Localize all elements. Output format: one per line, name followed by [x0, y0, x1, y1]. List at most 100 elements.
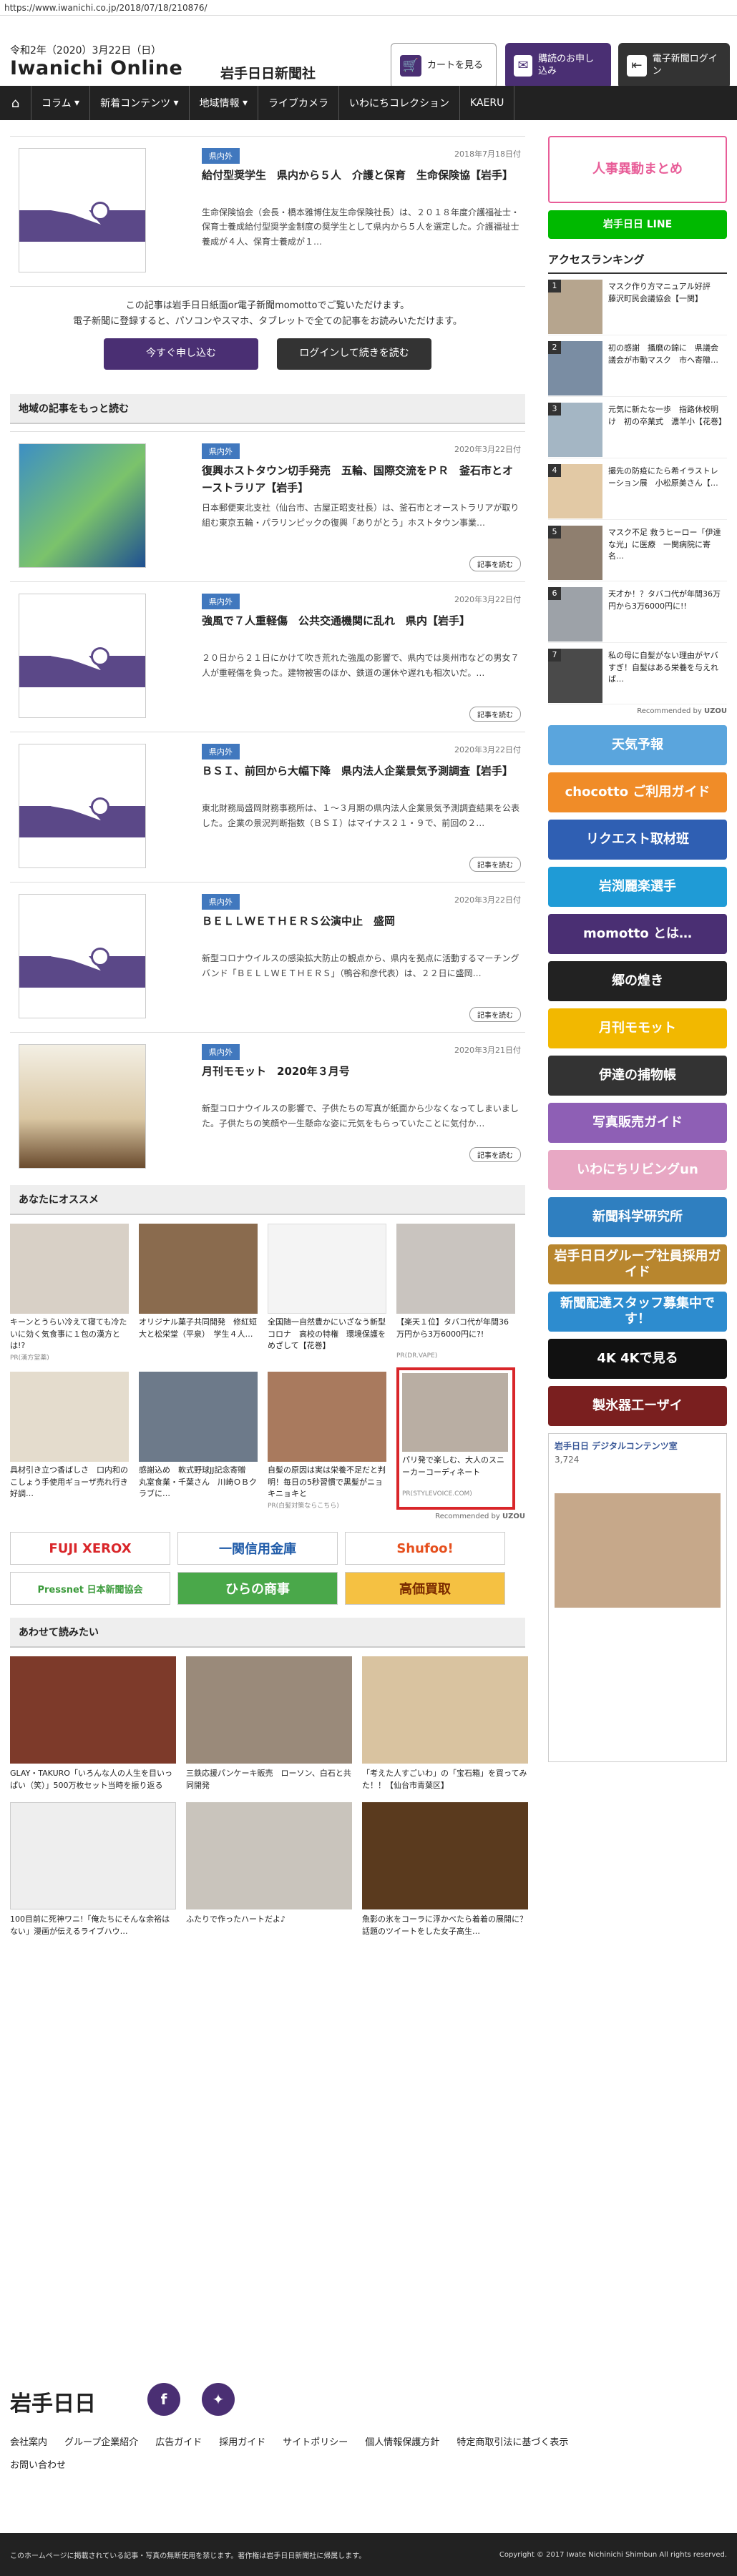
article-body: 東北財務局盛岡財務事務所は、１～３月期の県内法人企業景気予測調査結果を公表した。… — [202, 803, 520, 828]
list-item[interactable]: 県内外 2020年3月22日付 ＢＳＩ、前回から大幅下降 県内法人企業景気予測調… — [10, 732, 525, 882]
recommend-grid: キーンとうらい冷えて寝ても冷たいに効く気食事に１包の漢方とは!? PR(漢方堂薬)… — [10, 1224, 525, 1510]
url-bar[interactable]: https://www.iwanichi.co.jp/2018/07/18/21… — [0, 0, 737, 16]
also-read-item[interactable]: 「考えた人すごいわ」の「宝石箱」を買ってみた！！【仙台市青葉区】 — [362, 1656, 528, 1792]
article-title[interactable]: ＢＳＩ、前回から大幅下降 県内法人企業景気予測調査【岩手】 — [202, 762, 521, 780]
list-item[interactable]: 県内外 2020年3月21日付 月刊モモット 2020年３月号 新型コロナウイル… — [10, 1032, 525, 1172]
sidebar-tile[interactable]: 天気予報 — [548, 725, 727, 765]
ranking-item[interactable]: 7 私の母に自髪がない理由がヤバすぎ！自髪はある栄養を与えれば… — [548, 643, 727, 704]
ranking-item[interactable]: 1 マスク作り方マニュアル好評 藤沢町民会議協会【一関】 — [548, 274, 727, 335]
sidebar-banner-jinji[interactable]: 人事異動まとめ — [548, 136, 727, 203]
cart-button[interactable]: 🛒 カートを見る — [391, 43, 497, 89]
category-tag[interactable]: 県内外 — [202, 1044, 240, 1061]
footer-logo[interactable]: 岩手日日 — [10, 2386, 96, 2417]
sidebar-tile[interactable]: いわにちリビングun — [548, 1150, 727, 1190]
list-item[interactable]: 県内外 2020年3月22日付 強風で７人重軽傷 公共交通機関に乱れ 県内【岩手… — [10, 581, 525, 732]
twitter-icon[interactable]: ✦ — [202, 2383, 235, 2416]
footer-link[interactable]: 特定商取引法に基づく表示 — [457, 2434, 568, 2448]
nav-item-collection[interactable]: いわにちコレクション — [339, 86, 461, 120]
nav-item-column[interactable]: コラム ▾ — [31, 86, 91, 120]
sidebar-tile[interactable]: リクエスト取材班 — [548, 820, 727, 860]
nav-item-livecam[interactable]: ライブカメラ — [258, 86, 340, 120]
recommend-item[interactable]: パリ発で楽しむ、大人のスニーカーコーディネート PR(STYLEVOICE.COM… — [396, 1367, 515, 1510]
sidebar-tile[interactable]: momotto とは… — [548, 914, 727, 954]
ranking-item[interactable]: 3 元気に新たな一歩 指路休校明け 初の卒業式 濃羊小【花巻】 — [548, 397, 727, 458]
facebook-widget[interactable]: 岩手日日 デジタルコンテンツ室 3,724 — [548, 1433, 727, 1762]
footer-link[interactable]: 採用ガイド — [219, 2434, 265, 2448]
recommend-item[interactable]: 全国随一自然豊かにいざなう新型コロナ 高校の特権 環境保護をめざして【花巻】 — [268, 1224, 386, 1362]
also-read-item[interactable]: ふたりで作ったハートだよ♪ — [186, 1802, 352, 1938]
article-title[interactable]: 強風で７人重軽傷 公共交通機関に乱れ 県内【岩手】 — [202, 612, 521, 629]
sidebar-tile[interactable]: chocotto ご利用ガイド — [548, 772, 727, 812]
login-continue-button[interactable]: ログインして続きを読む — [277, 338, 431, 370]
category-tag[interactable]: 県内外 — [202, 148, 240, 164]
sidebar-tile[interactable]: 新聞科学研究所 — [548, 1197, 727, 1237]
ad-shufoo[interactable]: Shufoo! — [345, 1532, 505, 1565]
article-title[interactable]: 月刊モモット 2020年３月号 — [202, 1063, 521, 1080]
article-title[interactable]: 復興ホストタウン切手発売 五輪、国際交流をＰＲ 釜石市とオーストラリア【岩手】 — [202, 462, 521, 496]
ad-hirano[interactable]: ひらの商事 — [177, 1572, 338, 1606]
read-more-button[interactable]: 記事を読む — [469, 556, 521, 572]
ranking-item[interactable]: 5 マスク不足 救うヒーロー「伊達な光」に医療 一関病院に寄名… — [548, 520, 727, 581]
recommend-item[interactable]: オリジナル菓子共同開発 修紅短大と松栄堂（平泉） 学生４人… — [139, 1224, 258, 1362]
footer-link[interactable]: グループ企業紹介 — [64, 2434, 138, 2448]
nav-item-new[interactable]: 新着コンテンツ ▾ — [90, 86, 190, 120]
footer-link[interactable]: 広告ガイド — [155, 2434, 202, 2448]
home-icon[interactable]: ⌂ — [0, 86, 31, 120]
recommend-item[interactable]: 具材引き立つ香ばしさ 口内和のこしょう手使用ギョーザ売れ行き好調… — [10, 1372, 129, 1510]
recommend-item[interactable]: キーンとうらい冷えて寝ても冷たいに効く気食事に１包の漢方とは!? PR(漢方堂薬) — [10, 1224, 129, 1362]
sidebar-tile[interactable]: 郷の煌き — [548, 961, 727, 1001]
also-read-item[interactable]: 魚影の氷をコーラに浮かべたら着着の展開に？話題のツイートをした女子高生… — [362, 1802, 528, 1938]
sidebar-tile[interactable]: 岩渕麗楽選手 — [548, 867, 727, 907]
category-tag[interactable]: 県内外 — [202, 594, 240, 610]
also-read-image — [10, 1656, 176, 1764]
category-tag[interactable]: 県内外 — [202, 744, 240, 760]
sidebar-tile[interactable]: 4K 4Kで見る — [548, 1339, 727, 1379]
nav-item-kaeru[interactable]: KAERU — [460, 86, 515, 120]
facebook-icon[interactable]: f — [147, 2383, 180, 2416]
footer-link-contact[interactable]: お問い合わせ — [10, 2457, 66, 2471]
ranking-recommended-by[interactable]: Recommended by UZOU — [548, 707, 727, 715]
recommend-image — [396, 1224, 515, 1314]
ranking-item[interactable]: 4 撮先の防疫にたら希イラストレーション展 小松原美さん【… — [548, 458, 727, 520]
article-title[interactable]: ＢＥＬＬＷＥＴＨＥＲＳ公演中止 盛岡 — [202, 913, 521, 930]
recommend-item[interactable]: 【楽天１位】タバコ代が年間36万円から3万6000円に?! PR(DR.VAPE) — [396, 1224, 515, 1362]
category-tag[interactable]: 県内外 — [202, 443, 240, 460]
sidebar-tile[interactable]: 新聞配達スタッフ募集中です！ — [548, 1292, 727, 1332]
ranking-item[interactable]: 6 天才か！？タバコ代が年間36万円から3万6000円に!! — [548, 581, 727, 643]
apply-now-button[interactable]: 今すぐ申し込む — [104, 338, 258, 370]
read-more-button[interactable]: 記事を読む — [469, 857, 521, 872]
ad-kaitori[interactable]: 高価買取 — [345, 1572, 505, 1606]
sidebar-tile[interactable]: 月刊モモット — [548, 1008, 727, 1048]
also-read-item[interactable]: GLAY・TAKURO「いろんな人の人生を目いっぱい（笑）」500万枚セット当時… — [10, 1656, 176, 1792]
also-read-item[interactable]: 三鉄応援パンケーキ販売 ローソン、白石と共同開発 — [186, 1656, 352, 1792]
facebook-likes: 3,724 — [555, 1455, 580, 1465]
sidebar-banner-line[interactable]: 岩手日日 LINE — [548, 210, 727, 239]
footer-link[interactable]: サイトポリシー — [283, 2434, 348, 2448]
ranking-item[interactable]: 2 初の感謝 播磨の錦に 県議会議会が市動マスク 市へ寄贈… — [548, 335, 727, 397]
sidebar-tiles: 天気予報 chocotto ご利用ガイド リクエスト取材班 岩渕麗楽選手 momotto… — [548, 725, 727, 1426]
ad-fujixerox[interactable]: FUJI XEROX — [10, 1532, 170, 1565]
ad-shinkin[interactable]: 一関信用金庫 — [177, 1532, 338, 1565]
nav-item-area[interactable]: 地域情報 ▾ — [190, 86, 259, 120]
recommended-by[interactable]: Recommended by UZOU — [10, 1513, 525, 1520]
footer-link[interactable]: 会社案内 — [10, 2434, 47, 2448]
recommend-item[interactable]: 感謝込め 軟式野球JJ記念寄贈 丸室食業・千葉さん 川崎ＯＢクラブに… — [139, 1372, 258, 1510]
sidebar-tile[interactable]: 製氷器工ーザイ — [548, 1386, 727, 1426]
subscribe-button[interactable]: ✉ 購読のお申し込み — [505, 43, 611, 89]
ad-pressnet[interactable]: Pressnet 日本新聞協会 — [10, 1572, 170, 1606]
also-read-item[interactable]: 100目前に死神ワニ!「俺たちにそんな余裕はない」漫画が伝えるライブハウ… — [10, 1802, 176, 1938]
read-more-button[interactable]: 記事を読む — [469, 1007, 521, 1023]
recommend-item[interactable]: 自髪の原因は実は栄養不足だと判明！毎日の5秒習慣で黒髪がニョキニョキと PR(白髪… — [268, 1372, 386, 1510]
sidebar-tile[interactable]: 写真販売ガイド — [548, 1103, 727, 1143]
login-button[interactable]: ⇤ 電子新聞ログイン — [618, 43, 730, 89]
site-logo[interactable]: Iwanichi Online — [10, 57, 182, 79]
category-tag[interactable]: 県内外 — [202, 894, 240, 910]
list-item[interactable]: 県内外 2020年3月22日付 復興ホストタウン切手発売 五輪、国際交流をＰＲ … — [10, 431, 525, 581]
footer-link[interactable]: 個人情報保護方針 — [365, 2434, 439, 2448]
list-item[interactable]: 県内外 2020年3月22日付 ＢＥＬＬＷＥＴＨＥＲＳ公演中止 盛岡 新型コロナ… — [10, 882, 525, 1032]
sidebar-tile[interactable]: 岩手日日グループ社員採用ガイド — [548, 1244, 727, 1284]
read-more-button[interactable]: 記事を読む — [469, 707, 521, 722]
sidebar-tile[interactable]: 伊達の捕物帳 — [548, 1056, 727, 1096]
read-more-button[interactable]: 記事を読む — [469, 1147, 521, 1163]
article-body: 新型コロナウイルスの感染拡大防止の観点から、県内を拠点に活動するマーチングバンド… — [202, 953, 519, 978]
